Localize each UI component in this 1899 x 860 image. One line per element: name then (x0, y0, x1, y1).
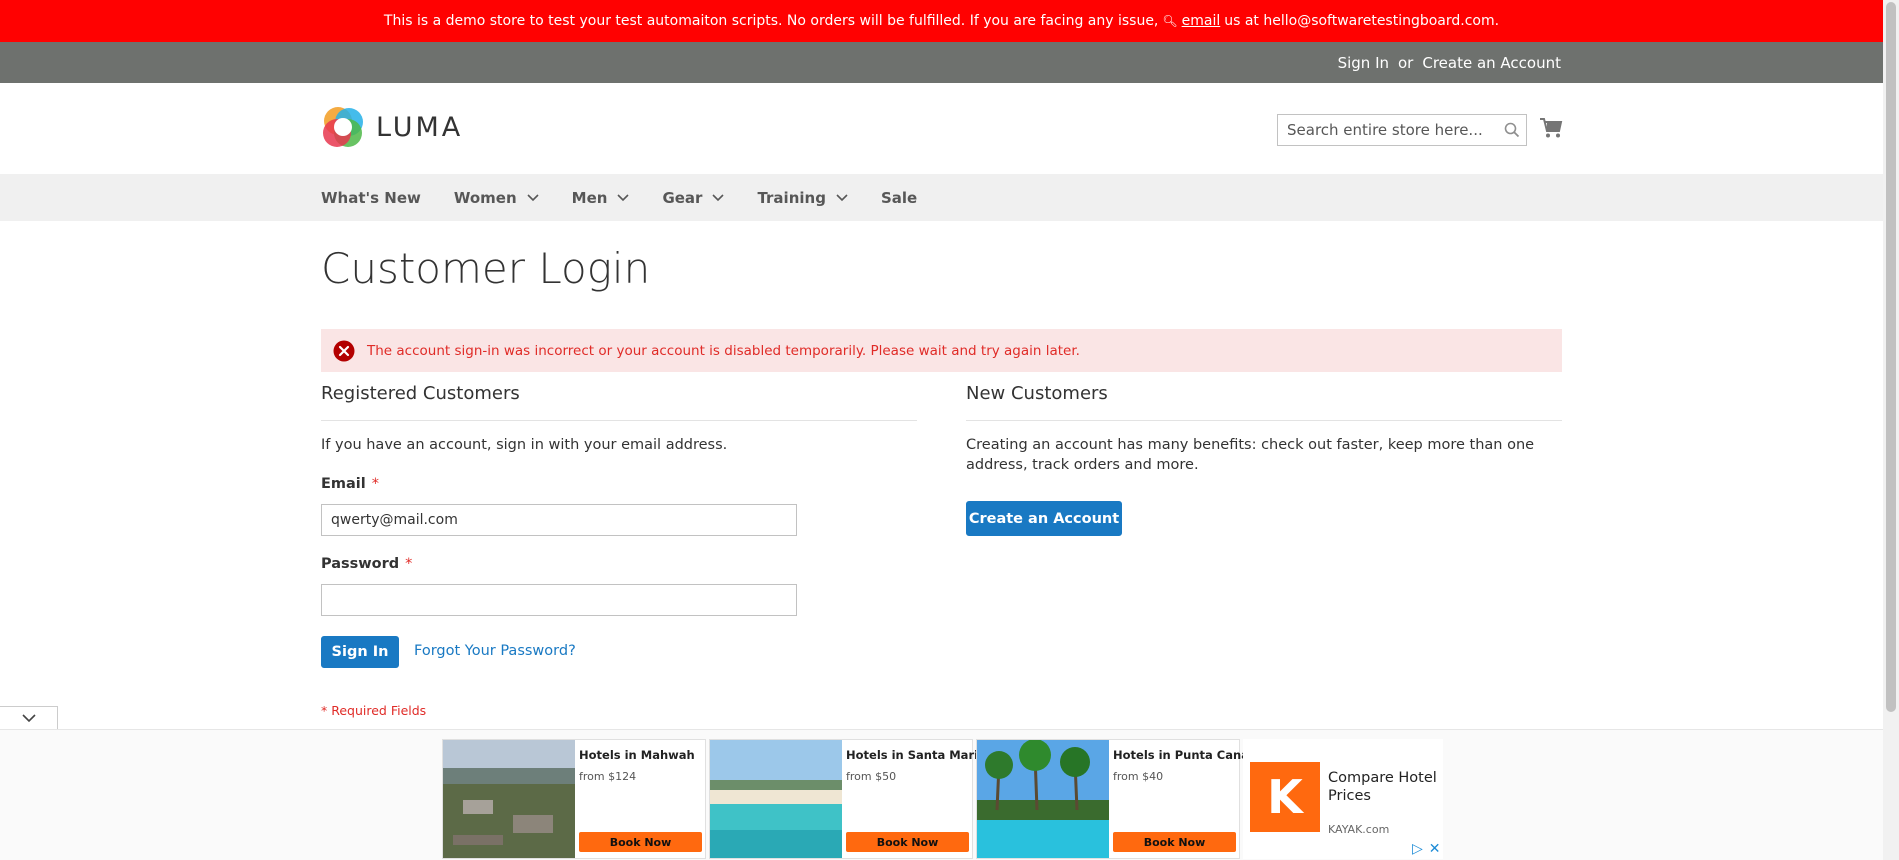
password-field[interactable] (321, 584, 797, 616)
header-links: Sign In or Create an Account (1338, 42, 1561, 83)
nav-item-label: What's New (321, 188, 421, 207)
scrollbar-thumb[interactable] (1886, 2, 1896, 712)
kayak-domain: KAYAK.com (1328, 823, 1390, 836)
ad-banner: Hotels in Mahwah from $124 Book Now Hote… (0, 729, 1883, 860)
header-create-account-link[interactable]: Create an Account (1422, 54, 1561, 72)
nav-item-label: Men (571, 188, 608, 207)
hotel-name: Hotels in Mahwah (579, 748, 695, 762)
search-input[interactable] (1278, 115, 1498, 145)
hotel-photo-punta-cana (977, 740, 1109, 858)
close-icon[interactable]: ✕ (1429, 841, 1441, 857)
email-label: Email * (321, 476, 379, 492)
hotel-photo-santa-maria (710, 740, 842, 858)
nav-item-gear[interactable]: Gear (662, 188, 725, 207)
search-box (1277, 114, 1527, 146)
hotel-name: Hotels in Punta Cana (1113, 748, 1249, 762)
divider (966, 420, 1562, 421)
error-icon (333, 340, 355, 361)
email-field[interactable] (321, 504, 797, 536)
nav-item-label: Women (453, 188, 517, 207)
new-customers-text: Creating an account has many benefits: c… (966, 437, 1535, 473)
nav-item-label: Gear (662, 188, 703, 207)
required-fields-note: * Required Fields (321, 703, 427, 718)
hotel-ad-card[interactable]: Hotels in Mahwah from $124 Book Now (442, 739, 706, 859)
error-text: The account sign-in was incorrect or you… (367, 342, 1080, 359)
page-scrollbar[interactable] (1883, 0, 1899, 860)
chevron-down-icon (712, 193, 725, 201)
required-mark: * (405, 556, 413, 572)
registered-customers-title: Registered Customers (321, 383, 520, 404)
header-or-text: or (1398, 53, 1414, 72)
hotel-price: from $50 (846, 770, 897, 783)
nav-item-women[interactable]: Women (454, 189, 539, 207)
logo-text: LUMA (376, 112, 464, 143)
error-message: The account sign-in was incorrect or you… (321, 329, 1562, 372)
ad-choices[interactable]: ▷ ✕ (1412, 841, 1441, 857)
chevron-down-icon (527, 193, 539, 201)
hotel-photo-mahwah (443, 740, 575, 858)
header-panel: Sign In or Create an Account (0, 42, 1883, 83)
registered-intro: If you have an account, sign in with you… (321, 437, 728, 453)
password-label-text: Password (321, 556, 400, 572)
kayak-title: Compare Hotel Prices (1328, 770, 1437, 804)
adchoices-icon[interactable]: ▷ (1412, 841, 1423, 857)
nav-item-label: Training (757, 188, 826, 207)
nav-item-men[interactable]: Men (572, 189, 630, 207)
ad-collapse-button[interactable] (0, 706, 58, 730)
demo-notice-text-after: us at hello@softwaretestingboard.com. (1224, 13, 1500, 29)
search-mini-icon: 🔍︎ (1162, 14, 1178, 28)
luma-logo[interactable]: LUMA (321, 105, 463, 150)
hotel-price: from $124 (579, 770, 637, 783)
nav-item-training[interactable]: Training (757, 188, 848, 207)
book-now-button[interactable]: Book Now (579, 832, 702, 852)
kayak-logo: K (1250, 762, 1320, 832)
main-nav: What's New Women Men Gear Training Sale (0, 174, 1883, 221)
new-customers-title: New Customers (966, 383, 1108, 404)
demo-notice-bar: This is a demo store to test your test a… (0, 0, 1883, 42)
nav-item-whats-new[interactable]: What's New (321, 189, 421, 207)
search-icon[interactable] (1498, 115, 1526, 145)
cart-icon[interactable] (1539, 116, 1563, 140)
chevron-down-icon (836, 193, 848, 201)
luma-logo-icon (323, 107, 363, 147)
book-now-button[interactable]: Book Now (1113, 832, 1236, 852)
hotel-name: Hotels in Santa Maria (846, 748, 986, 762)
page-title: Customer Login (321, 244, 651, 293)
divider (321, 420, 917, 421)
hotel-price: from $40 (1113, 770, 1164, 783)
email-link[interactable]: email (1182, 13, 1221, 29)
book-now-button[interactable]: Book Now (846, 832, 969, 852)
demo-notice-text: This is a demo store to test your test a… (383, 13, 1159, 29)
header-sign-in-link[interactable]: Sign In (1338, 54, 1389, 72)
password-label: Password * (321, 556, 412, 572)
hotel-ad-card[interactable]: Hotels in Punta Cana from $40 Book Now (976, 739, 1249, 859)
hotel-ad-card[interactable]: Hotels in Santa Maria from $50 Book Now (709, 739, 986, 859)
sign-in-button[interactable]: Sign In (321, 636, 399, 668)
nav-item-label: Sale (880, 188, 918, 207)
chevron-down-icon (617, 193, 630, 201)
create-account-button[interactable]: Create an Account (966, 501, 1122, 536)
chevron-down-icon (21, 714, 36, 723)
forgot-password-link[interactable]: Forgot Your Password? (414, 643, 576, 659)
nav-item-sale[interactable]: Sale (881, 189, 917, 207)
email-label-text: Email (321, 476, 366, 492)
required-mark: * (371, 476, 379, 492)
